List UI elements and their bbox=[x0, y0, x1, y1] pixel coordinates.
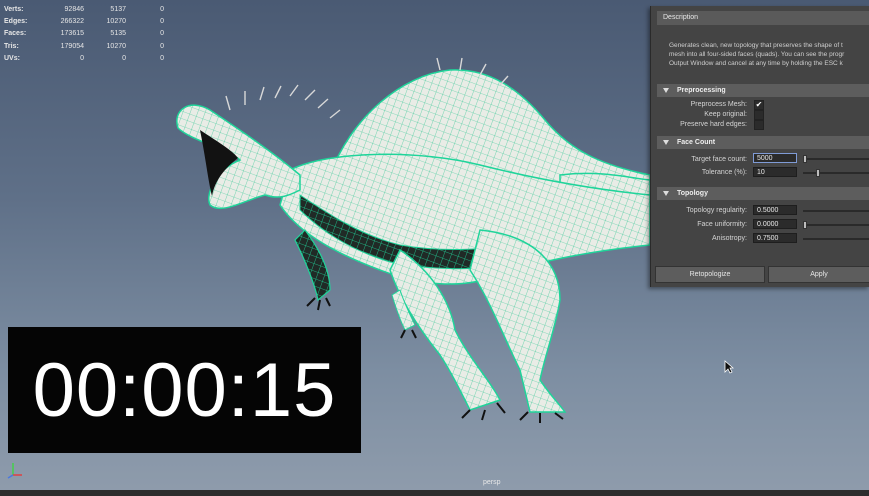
preprocess-mesh-checkbox[interactable]: ✔ bbox=[754, 100, 764, 110]
triangle-down-icon bbox=[663, 88, 669, 93]
preprocess-mesh-label: Preprocess Mesh: bbox=[690, 101, 747, 108]
section-title: Preprocessing bbox=[677, 87, 726, 94]
section-preprocessing[interactable]: Preprocessing bbox=[657, 84, 869, 97]
description-header[interactable]: Description bbox=[657, 11, 869, 25]
apply-button[interactable]: Apply bbox=[768, 266, 869, 283]
anisotropy-field[interactable]: 0.7500 bbox=[753, 233, 797, 243]
preserve-hard-edges-label: Preserve hard edges: bbox=[680, 121, 747, 128]
section-title: Face Count bbox=[677, 139, 716, 146]
section-topology[interactable]: Topology bbox=[657, 187, 869, 200]
description-line: Output Window and cancel at any time by … bbox=[669, 60, 843, 67]
description-line: Generates clean, new topology that prese… bbox=[669, 42, 843, 49]
face-uniformity-field[interactable]: 0.0000 bbox=[753, 219, 797, 229]
face-uniformity-slider[interactable] bbox=[803, 221, 869, 229]
face-uniformity-label: Face uniformity: bbox=[697, 221, 747, 228]
anisotropy-slider[interactable] bbox=[803, 238, 869, 240]
retopologize-button[interactable]: Retopologize bbox=[655, 266, 765, 283]
target-face-count-label: Target face count: bbox=[691, 156, 747, 163]
section-face-count[interactable]: Face Count bbox=[657, 136, 869, 149]
dinosaur-head bbox=[176, 104, 301, 210]
tolerance-slider[interactable] bbox=[803, 169, 869, 177]
target-face-count-slider[interactable] bbox=[803, 155, 869, 163]
anisotropy-label: Anisotropy: bbox=[711, 235, 747, 242]
preserve-hard-edges-checkbox[interactable] bbox=[754, 120, 764, 130]
keep-original-checkbox[interactable] bbox=[754, 110, 764, 120]
tolerance-field[interactable]: 10 bbox=[753, 167, 797, 177]
description-line: mesh into all four-sided faces (quads). … bbox=[669, 51, 845, 58]
topology-regularity-label: Topology regularity: bbox=[686, 207, 747, 214]
tolerance-label: Tolerance (%): bbox=[701, 169, 747, 176]
slider-thumb[interactable] bbox=[816, 169, 820, 177]
timer-overlay: 00:00:15 bbox=[8, 327, 361, 453]
section-title: Topology bbox=[677, 190, 708, 197]
camera-label: persp bbox=[483, 479, 501, 486]
retopologize-options-panel: Description Generates clean, new topolog… bbox=[650, 6, 869, 287]
target-face-count-field[interactable]: 5000 bbox=[753, 153, 797, 163]
keep-original-label: Keep original: bbox=[704, 111, 747, 118]
slider-thumb[interactable] bbox=[803, 221, 807, 229]
axis-gizmo-icon bbox=[7, 463, 22, 479]
topology-regularity-slider[interactable] bbox=[803, 210, 869, 212]
description-text: Generates clean, new topology that prese… bbox=[669, 41, 869, 68]
viewport-bottom-bar bbox=[0, 490, 869, 496]
slider-thumb[interactable] bbox=[803, 155, 807, 163]
arrow-cursor-icon bbox=[724, 360, 734, 374]
topology-regularity-field[interactable]: 0.5000 bbox=[753, 205, 797, 215]
triangle-down-icon bbox=[663, 191, 669, 196]
triangle-down-icon bbox=[663, 140, 669, 145]
